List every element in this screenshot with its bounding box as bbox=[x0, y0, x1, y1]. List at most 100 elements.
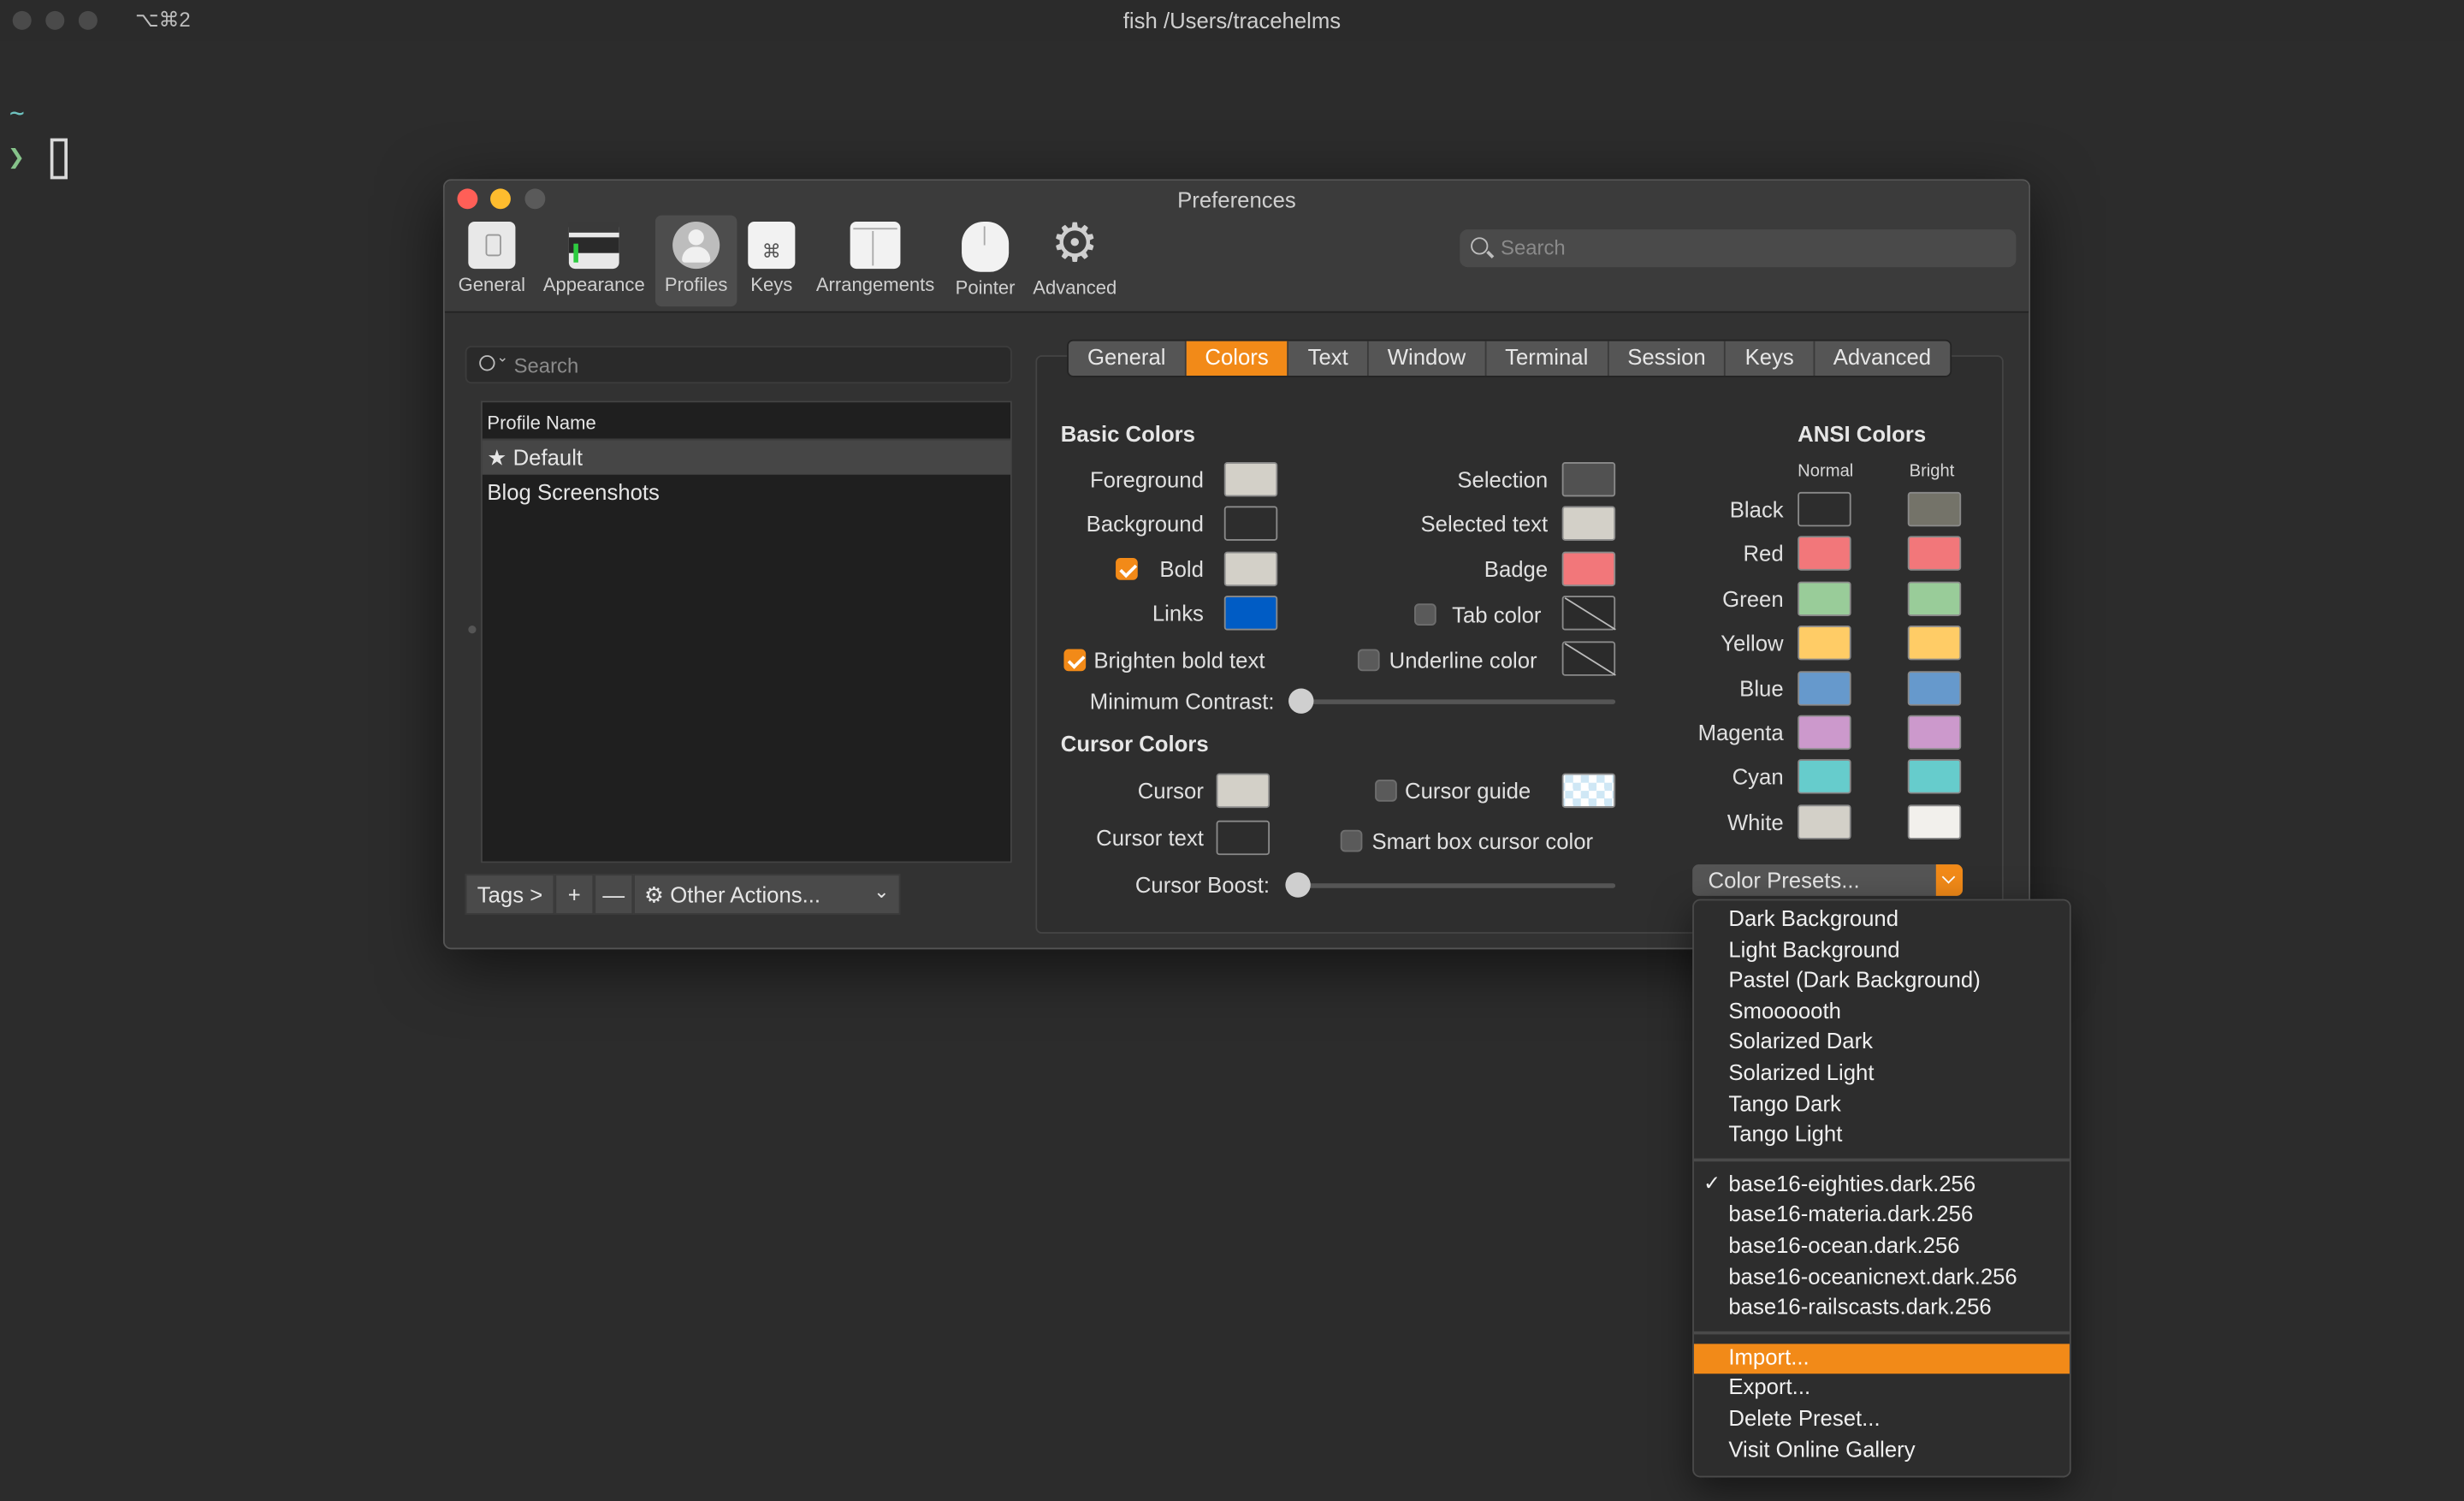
menu-item-label: Tango Light bbox=[1728, 1120, 1843, 1147]
ansi-green-normal-well[interactable] bbox=[1798, 581, 1851, 616]
menu-item-label: base16-ocean.dark.256 bbox=[1728, 1231, 1960, 1258]
ansi-green-bright-well[interactable] bbox=[1907, 581, 1962, 616]
remove-profile-button[interactable]: — bbox=[594, 874, 634, 915]
ansi-red-normal-well[interactable] bbox=[1798, 537, 1851, 572]
menu-item[interactable]: Delete Preset... bbox=[1694, 1405, 2070, 1435]
cursor-guide-checkbox[interactable] bbox=[1375, 780, 1397, 802]
ansi-cyan-bright-well[interactable] bbox=[1907, 759, 1962, 795]
profile-row-default[interactable]: ★ Default bbox=[482, 440, 1010, 475]
toolbar-keys[interactable]: ⌘ Keys bbox=[743, 216, 800, 307]
menu-item[interactable]: ✓ base16-eighties.dark.256 bbox=[1694, 1171, 2070, 1201]
cwd-tilde: ~ bbox=[9, 97, 25, 128]
cursor-guide-color-well[interactable] bbox=[1561, 773, 1616, 809]
foreground-color-well[interactable] bbox=[1223, 461, 1278, 497]
menu-item[interactable]: Export... bbox=[1694, 1374, 2070, 1404]
color-presets-button[interactable]: Color Presets... bbox=[1692, 864, 1964, 896]
tab-general[interactable]: General bbox=[1069, 341, 1187, 376]
preferences-search-field[interactable]: Search bbox=[1460, 229, 2017, 268]
ansi-blue-bright-well[interactable] bbox=[1907, 670, 1962, 705]
ansi-white-normal-well[interactable] bbox=[1798, 804, 1851, 839]
tab-window[interactable]: Window bbox=[1369, 341, 1487, 376]
tab-advanced[interactable]: Advanced bbox=[1815, 341, 1950, 376]
toolbar-keys-label: Keys bbox=[750, 273, 793, 296]
cursor-text-color-well[interactable] bbox=[1216, 820, 1270, 856]
menu-item[interactable]: base16-ocean.dark.256 bbox=[1694, 1232, 2070, 1262]
slider-knob[interactable] bbox=[1288, 688, 1314, 714]
background-color-well[interactable] bbox=[1223, 506, 1278, 541]
ansi-red-bright-well[interactable] bbox=[1907, 537, 1962, 572]
tab-color-well[interactable] bbox=[1561, 596, 1616, 631]
menu-item[interactable]: base16-railscasts.dark.256 bbox=[1694, 1294, 2070, 1324]
underline-color-checkbox[interactable] bbox=[1357, 649, 1380, 672]
tab-color-checkbox[interactable] bbox=[1414, 603, 1436, 626]
color-presets-label: Color Presets... bbox=[1708, 867, 1860, 893]
bold-label: Bold bbox=[1159, 556, 1204, 582]
cursor-color-well[interactable] bbox=[1216, 773, 1270, 809]
badge-label: Badge bbox=[1484, 556, 1549, 582]
menu-item[interactable]: Light Background bbox=[1694, 936, 2070, 966]
ansi-blue-normal-well[interactable] bbox=[1798, 670, 1851, 705]
menu-item[interactable]: Solarized Dark bbox=[1694, 1029, 2070, 1059]
tab-keys[interactable]: Keys bbox=[1727, 341, 1815, 376]
ansi-yellow-normal-well[interactable] bbox=[1798, 626, 1851, 661]
links-color-well[interactable] bbox=[1223, 596, 1278, 631]
appearance-window-icon bbox=[568, 221, 619, 270]
menu-item[interactable]: Smoooooth bbox=[1694, 998, 2070, 1028]
mouse-pointer-icon bbox=[962, 221, 1010, 272]
brighten-bold-checkbox[interactable] bbox=[1063, 649, 1087, 672]
menu-item[interactable]: base16-materia.dark.256 bbox=[1694, 1201, 2070, 1231]
tags-button[interactable]: Tags > bbox=[465, 874, 555, 915]
menu-item[interactable]: Tango Light bbox=[1694, 1121, 2070, 1151]
star-icon: ★ bbox=[487, 444, 507, 471]
ansi-label-white: White bbox=[1727, 809, 1784, 834]
tab-colors[interactable]: Colors bbox=[1186, 341, 1289, 376]
other-actions-label: Other Actions... bbox=[670, 881, 821, 907]
ansi-black-normal-well[interactable] bbox=[1798, 491, 1851, 527]
selection-color-well[interactable] bbox=[1561, 461, 1616, 497]
menu-item[interactable]: Pastel (Dark Background) bbox=[1694, 967, 2070, 997]
toolbar-arrangements[interactable]: Arrangements bbox=[809, 216, 941, 307]
splitter-handle[interactable] bbox=[468, 626, 477, 634]
color-presets-menu: Dark Background Light Background Pastel (D… bbox=[1692, 899, 2071, 1478]
brighten-bold-label: Brighten bold text bbox=[1093, 647, 1265, 673]
profile-list[interactable]: Profile Name ★ Default Blog Screenshots bbox=[481, 400, 1012, 863]
ansi-magenta-bright-well[interactable] bbox=[1907, 715, 1962, 750]
tab-terminal[interactable]: Terminal bbox=[1486, 341, 1609, 376]
badge-color-well[interactable] bbox=[1561, 551, 1616, 587]
toolbar-advanced[interactable]: ⚙ Advanced bbox=[1028, 216, 1122, 307]
menu-item[interactable]: Solarized Light bbox=[1694, 1059, 2070, 1089]
minimum-contrast-slider[interactable] bbox=[1288, 688, 1616, 714]
ansi-black-bright-well[interactable] bbox=[1907, 491, 1962, 527]
other-actions-button[interactable]: ⚙ Other Actions... ⌄ bbox=[633, 874, 901, 915]
toolbar-appearance[interactable]: Appearance bbox=[539, 216, 649, 307]
menu-item[interactable]: Tango Dark bbox=[1694, 1090, 2070, 1120]
tab-text[interactable]: Text bbox=[1289, 341, 1369, 376]
ansi-yellow-bright-well[interactable] bbox=[1907, 626, 1962, 661]
ansi-magenta-normal-well[interactable] bbox=[1798, 715, 1851, 750]
cursor-text-label: Cursor text bbox=[1096, 825, 1204, 851]
minimum-contrast-label: Minimum Contrast: bbox=[1089, 688, 1275, 714]
cursor-boost-slider[interactable] bbox=[1285, 872, 1616, 898]
bold-color-well[interactable] bbox=[1223, 551, 1278, 587]
slider-knob[interactable] bbox=[1285, 872, 1311, 898]
toolbar-profiles[interactable]: Profiles bbox=[654, 215, 737, 307]
toolbar-general[interactable]: General bbox=[453, 216, 531, 307]
smart-box-cursor-checkbox[interactable] bbox=[1340, 829, 1363, 852]
toolbar-pointer[interactable]: Pointer bbox=[949, 216, 1021, 307]
bold-checkbox[interactable] bbox=[1116, 558, 1138, 580]
underline-color-well[interactable] bbox=[1561, 641, 1616, 676]
menu-item[interactable]: base16-oceanicnext.dark.256 bbox=[1694, 1263, 2070, 1293]
menu-item[interactable]: Import... bbox=[1693, 1344, 2070, 1373]
ansi-white-bright-well[interactable] bbox=[1907, 804, 1962, 839]
menu-item[interactable]: Dark Background bbox=[1694, 905, 2070, 935]
menu-item[interactable]: Visit Online Gallery bbox=[1694, 1436, 2070, 1466]
selected-text-color-well[interactable] bbox=[1561, 506, 1616, 541]
ansi-cyan-normal-well[interactable] bbox=[1798, 759, 1851, 795]
toolbar-arrangements-label: Arrangements bbox=[815, 273, 935, 296]
profile-search-field[interactable]: ⌄ Search bbox=[465, 346, 1012, 384]
profile-row-blog-screenshots[interactable]: Blog Screenshots bbox=[483, 475, 1010, 509]
profile-name-column-header[interactable]: Profile Name bbox=[482, 402, 1010, 441]
tab-session[interactable]: Session bbox=[1608, 341, 1727, 376]
ansi-bright-header: Bright bbox=[1909, 461, 1955, 482]
add-profile-button[interactable]: + bbox=[554, 874, 595, 915]
